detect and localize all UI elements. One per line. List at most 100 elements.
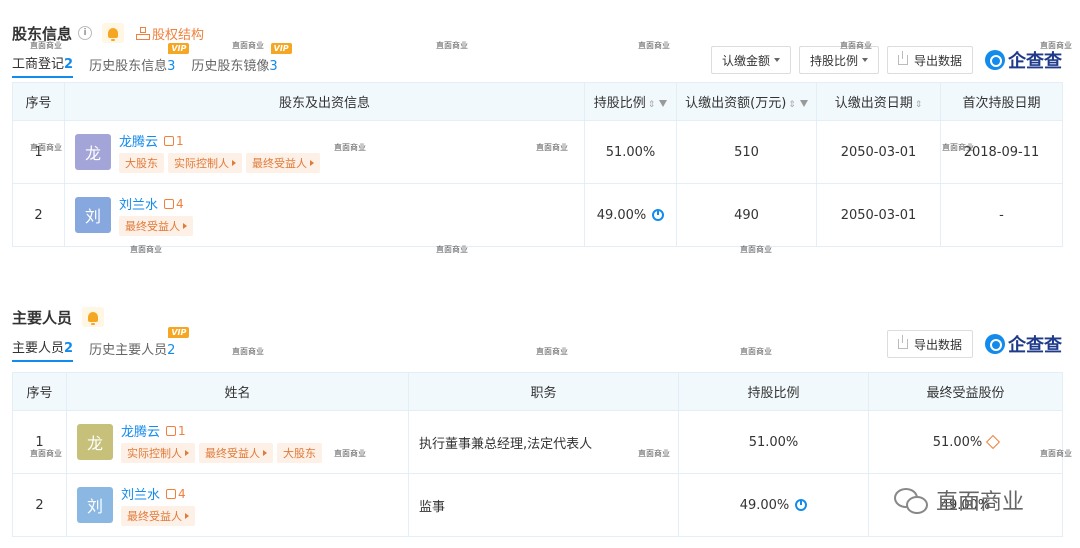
relation-link[interactable]: 1 <box>164 134 184 148</box>
qcc-logo: 企查查 <box>985 331 1062 357</box>
position-cell: 执行董事兼总经理,法定代表人 <box>408 410 679 474</box>
shareholder-name-link[interactable]: 刘兰水 <box>119 194 158 213</box>
info-icon[interactable]: i <box>78 26 93 40</box>
sort-icon[interactable]: ⇕ <box>788 100 796 110</box>
export-button[interactable]: 导出数据 <box>886 330 973 358</box>
person-info: 刘 刘兰水 4 最终受益人 <box>67 484 408 526</box>
caret-down-icon <box>773 58 780 62</box>
filter-icon[interactable] <box>799 100 808 107</box>
personnel-title-row: 主要人员 <box>12 306 1062 328</box>
bell-icon[interactable] <box>82 307 105 327</box>
relation-link[interactable]: 4 <box>164 197 184 211</box>
tag-beneficiary[interactable]: 最终受益人 <box>121 506 195 526</box>
col-index: 序号 <box>12 82 65 121</box>
col-index: 序号 <box>12 372 67 411</box>
tab-registration[interactable]: 工商登记2 <box>12 53 74 78</box>
arrow-right-icon <box>310 160 314 166</box>
relation-icon <box>166 425 177 436</box>
avatar: 龙 <box>75 134 111 170</box>
pie-chart-icon[interactable] <box>652 209 665 221</box>
col-benefit: 最终受益股份 <box>868 372 1063 411</box>
filter-icon[interactable] <box>659 100 668 107</box>
watermark-text: 直面商业 <box>436 245 468 254</box>
tab-history-shareholders[interactable]: 历史股东信息3 VIP <box>89 43 190 78</box>
vip-badge: VIP <box>168 43 190 54</box>
sort-icon[interactable]: ⇕ <box>648 100 656 110</box>
row-index: 1 <box>12 410 67 474</box>
watermark-text: 直面商业 <box>334 143 366 152</box>
caret-down-icon <box>861 58 868 62</box>
equity-structure-link[interactable]: 股权结构 <box>136 24 204 43</box>
col-shareholder: 股东及出资信息 <box>64 82 585 121</box>
shareholders-section: 股东信息 i 股权结构 工商登记2 历史股东信息3 VIP 历史股东镜像3 VI… <box>12 22 1063 247</box>
tab-history-personnel[interactable]: 历史主要人员2 VIP <box>89 327 190 362</box>
shareholders-toolbar: 认缴金额 持股比例 导出数据 企查查 <box>710 46 1062 74</box>
col-ratio: 持股比例 <box>678 372 869 411</box>
download-icon <box>897 51 908 65</box>
table-header-row: 序号 姓名 职务 持股比例 最终受益股份 <box>12 372 1063 411</box>
amount-cell: 490 <box>676 183 817 247</box>
watermark-text: 直面商业 <box>232 41 264 50</box>
person-name-link[interactable]: 龙腾云 <box>121 421 160 440</box>
shareholder-name-link[interactable]: 龙腾云 <box>119 131 158 150</box>
col-ratio[interactable]: 持股比例 ⇕ <box>584 82 677 121</box>
table-row: 1 龙 龙腾云 1 实际控制人 最终受益人 大股东 执行董事兼总经理,法定代表人… <box>12 410 1063 474</box>
watermark-text: 直面商业 <box>30 143 62 152</box>
shareholders-tabs: 工商登记2 历史股东信息3 VIP 历史股东镜像3 VIP 认缴金额 持股比例 … <box>12 43 1062 78</box>
shareholders-title-row: 股东信息 i 股权结构 <box>12 22 1062 44</box>
watermark-text: 直面商业 <box>536 143 568 152</box>
watermark-text: 直面商业 <box>740 347 772 356</box>
vip-badge: VIP <box>168 327 190 338</box>
watermark-text: 直面商业 <box>840 41 872 50</box>
penetration-icon[interactable] <box>986 434 1001 450</box>
tag-beneficiary[interactable]: 最终受益人 <box>246 153 320 173</box>
export-button[interactable]: 导出数据 <box>886 46 973 74</box>
watermark-text: 直面商业 <box>334 449 366 458</box>
amount-cell: 510 <box>676 120 817 184</box>
pie-chart-icon[interactable] <box>795 499 808 511</box>
amount-dropdown[interactable]: 认缴金额 <box>710 46 791 74</box>
person-name-link[interactable]: 刘兰水 <box>121 484 160 503</box>
col-date[interactable]: 认缴出资日期 ⇕ <box>816 82 941 121</box>
position-cell: 监事 <box>408 473 679 537</box>
ratio-cell: 49.00% <box>678 473 869 537</box>
arrow-right-icon <box>232 160 236 166</box>
ratio-cell: 51.00% <box>678 410 869 474</box>
shareholder-info: 刘 刘兰水 4 最终受益人 <box>65 194 584 236</box>
tab-main-personnel[interactable]: 主要人员2 <box>12 337 74 362</box>
vip-badge: VIP <box>270 43 292 54</box>
bell-icon[interactable] <box>102 23 125 43</box>
tab-history-mirror[interactable]: 历史股东镜像3 VIP <box>191 43 292 78</box>
row-index: 2 <box>12 183 65 247</box>
arrow-right-icon <box>185 450 189 456</box>
sort-icon[interactable]: ⇕ <box>915 100 923 110</box>
col-amount[interactable]: 认缴出资额(万元) ⇕ <box>676 82 817 121</box>
tag-beneficiary[interactable]: 最终受益人 <box>119 216 193 236</box>
watermark-text: 直面商业 <box>1040 449 1072 458</box>
relation-link[interactable]: 4 <box>166 487 186 501</box>
arrow-right-icon <box>263 450 267 456</box>
org-chart-icon <box>136 27 151 40</box>
qcc-logo-icon <box>985 50 1005 70</box>
tag-actual-controller[interactable]: 实际控制人 <box>168 153 242 173</box>
tag-beneficiary[interactable]: 最终受益人 <box>199 443 273 463</box>
wechat-icon <box>894 486 928 514</box>
relation-icon <box>164 198 175 209</box>
col-name: 姓名 <box>66 372 409 411</box>
arrow-right-icon <box>185 513 189 519</box>
col-first-date: 首次持股日期 <box>940 82 1063 121</box>
relation-link[interactable]: 1 <box>166 424 186 438</box>
arrow-right-icon <box>183 223 187 229</box>
brand-watermark: 直面商业 <box>894 484 1024 516</box>
watermark-text: 直面商业 <box>638 41 670 50</box>
qcc-logo-icon <box>985 334 1005 354</box>
ratio-cell: 49.00% <box>584 183 677 247</box>
watermark-text: 直面商业 <box>436 41 468 50</box>
row-index: 2 <box>12 473 67 537</box>
tag-major-shareholder: 大股东 <box>119 153 164 173</box>
tag-actual-controller[interactable]: 实际控制人 <box>121 443 195 463</box>
personnel-toolbar: 导出数据 企查查 <box>886 330 1062 358</box>
download-icon <box>897 335 908 349</box>
watermark-text: 直面商业 <box>232 347 264 356</box>
table-header-row: 序号 股东及出资信息 持股比例 ⇕ 认缴出资额(万元) ⇕ 认缴出资日期 ⇕ 首次持股… <box>12 82 1063 121</box>
